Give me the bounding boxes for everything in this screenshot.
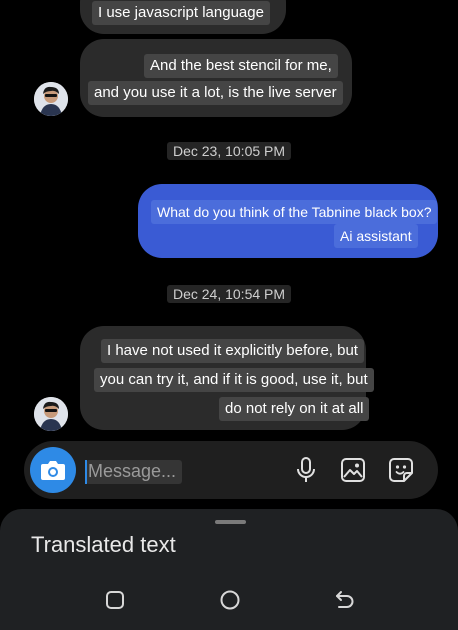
message-text-line: I have not used it explicitly before, bu…	[101, 339, 364, 363]
back-button[interactable]	[333, 588, 357, 612]
translation-sheet: Translated text	[0, 509, 458, 630]
back-icon	[336, 591, 354, 608]
recents-icon	[106, 591, 124, 609]
message-text-line: And the best stencil for me,	[144, 54, 338, 78]
sheet-title: Translated text	[31, 532, 176, 557]
sheet-drag-handle[interactable]	[215, 520, 246, 524]
incoming-message-bubble[interactable]: And the best stencil for me, and you use…	[80, 39, 352, 117]
message-text-line: you can try it, and if it is good, use i…	[94, 368, 374, 392]
gallery-button[interactable]	[339, 456, 367, 484]
camera-icon	[41, 461, 65, 480]
date-separator: Dec 24, 10:54 PM	[0, 285, 458, 304]
message-text-line: What do you think of the Tabnine black b…	[151, 200, 438, 224]
message-text-line: I use javascript language	[92, 1, 270, 25]
incoming-message-bubble[interactable]: I use javascript language	[80, 0, 286, 34]
home-icon	[220, 590, 240, 610]
date-separator: Dec 23, 10:05 PM	[0, 142, 458, 161]
message-input[interactable]	[84, 458, 284, 484]
outgoing-message-bubble[interactable]: What do you think of the Tabnine black b…	[138, 184, 438, 258]
contact-avatar[interactable]	[34, 397, 68, 431]
camera-button[interactable]	[30, 447, 76, 493]
message-text-line: and you use it a lot, is the live server	[88, 81, 343, 105]
date-separator-text: Dec 24, 10:54 PM	[166, 285, 292, 303]
message-text-line: do not rely on it at all	[219, 397, 370, 421]
microphone-icon	[297, 457, 315, 482]
text-cursor	[85, 460, 87, 484]
home-button[interactable]	[218, 588, 242, 612]
contact-avatar[interactable]	[34, 82, 68, 116]
voice-input-button[interactable]	[292, 456, 320, 484]
date-separator-text: Dec 23, 10:05 PM	[166, 142, 292, 160]
sticker-button[interactable]	[387, 456, 415, 484]
incoming-message-bubble[interactable]: I have not used it explicitly before, bu…	[80, 326, 374, 430]
message-text-line: Ai assistant	[334, 224, 418, 248]
gallery-icon	[341, 458, 365, 482]
message-composer	[24, 441, 438, 499]
recents-button[interactable]	[103, 588, 127, 612]
sticker-icon	[389, 458, 413, 482]
